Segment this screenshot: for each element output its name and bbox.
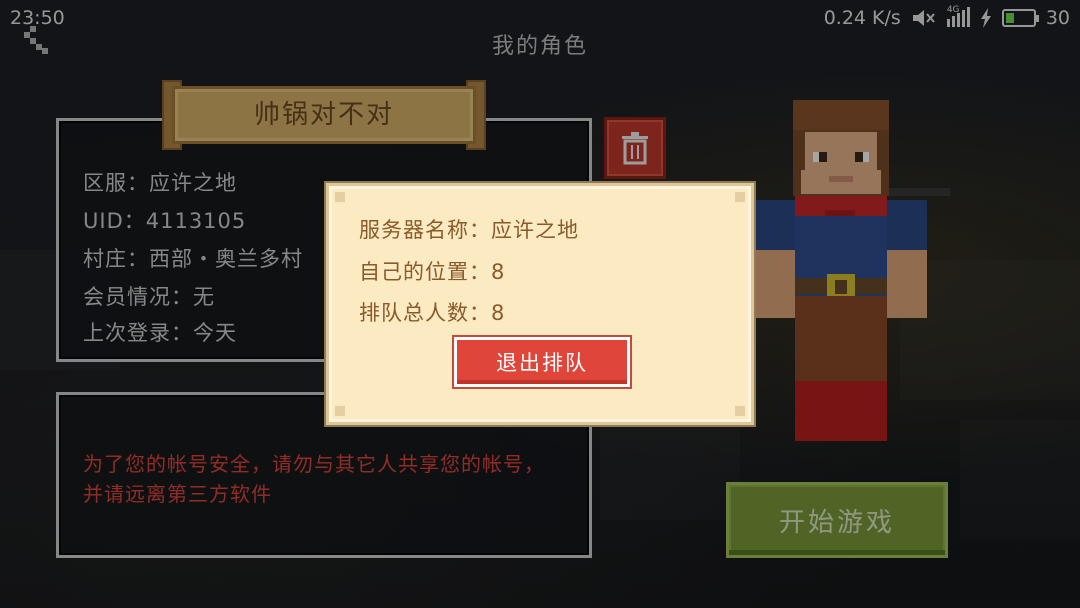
queue-own-position: 自己的位置：8 xyxy=(359,260,506,284)
queue-total-count: 排队总人数：8 xyxy=(359,301,506,325)
leave-queue-button[interactable]: 退出排队 xyxy=(454,337,630,387)
queue-server-name: 服务器名称：应许之地 xyxy=(359,218,579,242)
queue-dialog: 服务器名称：应许之地 自己的位置：8 排队总人数：8 退出排队 xyxy=(326,183,754,425)
